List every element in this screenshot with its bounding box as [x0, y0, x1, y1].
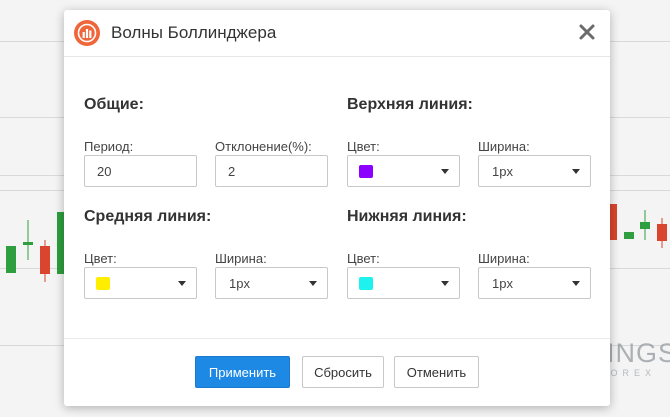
- upper-color-select[interactable]: [347, 155, 460, 187]
- period-input[interactable]: [84, 155, 197, 187]
- candle: [6, 232, 16, 276]
- lower-line-section-title: Нижняя линия:: [347, 208, 467, 225]
- middle-width-label: Ширина:: [215, 251, 267, 266]
- chevron-down-icon: [441, 281, 449, 286]
- candle: [640, 210, 650, 240]
- bollinger-bands-dialog: Волны Боллинджера Общие: Период: Отклоне…: [64, 10, 610, 406]
- upper-color-swatch: [359, 165, 373, 178]
- close-icon[interactable]: [578, 23, 596, 41]
- dialog-title: Волны Боллинджера: [111, 23, 277, 42]
- middle-color-select[interactable]: [84, 267, 197, 299]
- middle-color-label: Цвет:: [84, 251, 117, 266]
- upper-width-label: Ширина:: [478, 139, 530, 154]
- candle: [657, 218, 667, 248]
- cancel-button[interactable]: Отменить: [394, 356, 479, 388]
- lower-width-label: Ширина:: [478, 251, 530, 266]
- middle-line-section-title: Средняя линия:: [84, 208, 212, 225]
- lower-color-swatch: [359, 277, 373, 290]
- general-section-title: Общие:: [84, 96, 144, 113]
- upper-width-value: 1px: [492, 164, 513, 179]
- reset-button[interactable]: Сбросить: [302, 356, 384, 388]
- middle-color-swatch: [96, 277, 110, 290]
- chevron-down-icon: [309, 281, 317, 286]
- lower-width-select[interactable]: 1px: [478, 267, 591, 299]
- candle: [40, 240, 50, 282]
- middle-width-value: 1px: [229, 276, 250, 291]
- upper-width-select[interactable]: 1px: [478, 155, 591, 187]
- lower-color-label: Цвет:: [347, 251, 380, 266]
- chevron-down-icon: [572, 169, 580, 174]
- candle: [624, 228, 634, 242]
- lower-width-value: 1px: [492, 276, 513, 291]
- candle: [23, 220, 33, 260]
- chevron-down-icon: [178, 281, 186, 286]
- deviation-label: Отклонение(%):: [215, 139, 312, 154]
- upper-line-section-title: Верхняя линия:: [347, 96, 473, 113]
- apply-button[interactable]: Применить: [195, 356, 290, 388]
- footer-divider: [64, 338, 610, 339]
- deviation-input[interactable]: [215, 155, 328, 187]
- period-label: Период:: [84, 139, 134, 154]
- dialog-header: Волны Боллинджера: [64, 10, 610, 57]
- lower-color-select[interactable]: [347, 267, 460, 299]
- middle-width-select[interactable]: 1px: [215, 267, 328, 299]
- chevron-down-icon: [572, 281, 580, 286]
- bar-chart-logo-icon: [74, 20, 100, 46]
- upper-color-label: Цвет:: [347, 139, 380, 154]
- chevron-down-icon: [441, 169, 449, 174]
